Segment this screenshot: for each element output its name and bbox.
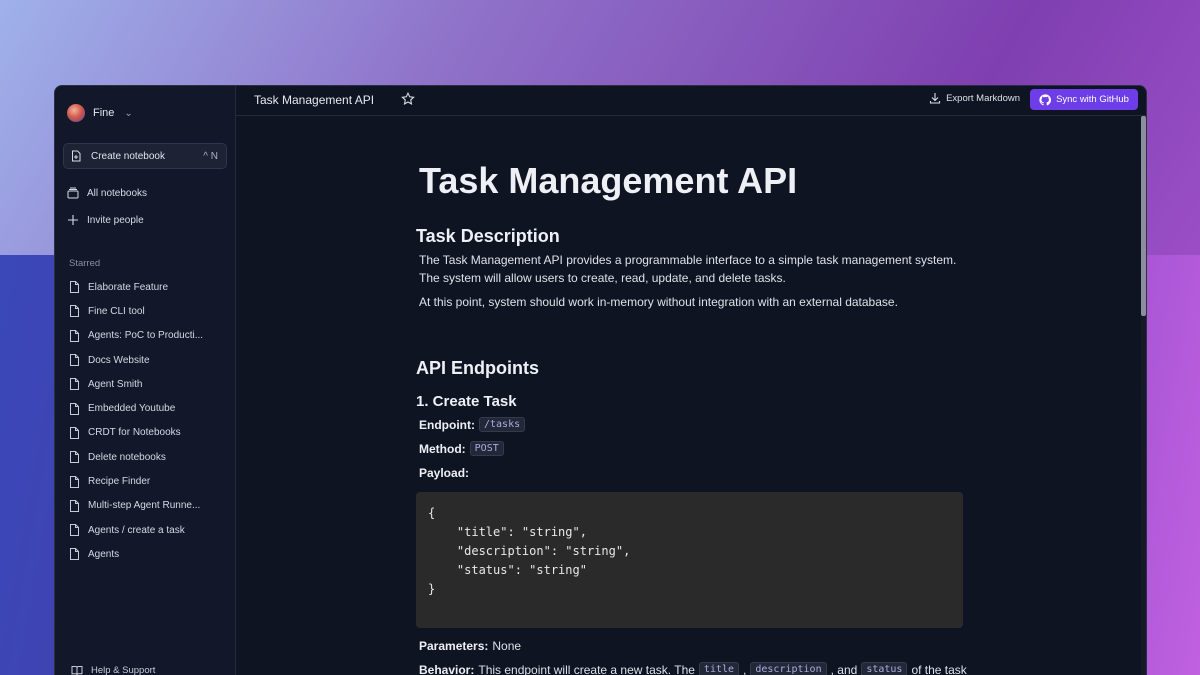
section-heading: Task Description [416,226,560,246]
sidebar-page-item[interactable]: Agents / create a task [69,518,229,542]
help-label: Help & Support [91,665,156,675]
endpoint-row: Endpoint: /tasks [419,417,526,432]
export-label: Export Markdown [946,92,1020,104]
export-markdown-button[interactable]: Export Markdown [929,92,1020,104]
document-icon [70,524,79,537]
page-title: Task Management API [419,160,798,201]
sidebar-page-item[interactable]: Multi-step Agent Runne... [69,494,229,518]
sidebar-page-item[interactable]: Agents [69,542,229,566]
nav-all-notebooks[interactable]: All notebooks [67,187,147,199]
paragraph: At this point, system should work in-mem… [419,295,898,309]
starred-section-label: Starred [69,258,101,269]
inline-code: title [698,662,740,675]
starred-list: Elaborate Feature Fine CLI tool Agents: … [69,275,229,567]
scrollbar-thumb[interactable] [1141,116,1146,316]
document-icon [70,281,79,294]
notebook-title[interactable]: Task Management API [254,93,374,107]
document-icon [70,354,79,367]
sidebar-page-item[interactable]: Agent Smith [69,372,229,396]
plus-icon [68,215,78,225]
document-icon [70,426,79,439]
inline-code: description [750,662,827,675]
section-heading: API Endpoints [416,358,539,378]
document-icon [70,305,79,318]
sidebar-page-item[interactable]: Embedded Youtube [69,396,229,420]
inline-code: POST [469,441,504,456]
document-icon [70,499,79,512]
nav-label: Invite people [87,214,144,226]
behavior-row: Behavior: This endpoint will create a ne… [419,662,967,675]
create-notebook-button[interactable]: Create notebook ^ N [63,143,227,169]
document-icon [70,548,79,561]
app-window: Fine ⌄ Create notebook ^ N All notebooks… [54,85,1147,675]
file-plus-icon [72,150,81,162]
github-icon [1039,93,1052,105]
sidebar-page-item[interactable]: Recipe Finder [69,469,229,493]
stack-icon [67,187,79,199]
scrollbar-track[interactable] [1141,116,1146,675]
document-icon [70,451,79,464]
sidebar-page-item[interactable]: Agents: PoC to Producti... [69,324,229,348]
create-notebook-label: Create notebook [91,150,165,162]
sidebar-page-item[interactable]: CRDT for Notebooks [69,421,229,445]
sidebar: Fine ⌄ Create notebook ^ N All notebooks… [55,86,236,675]
document-icon [70,378,79,391]
nav-label: All notebooks [87,187,148,199]
chevron-down-icon: ⌄ [124,107,133,119]
sync-label: Sync with GitHub [1056,94,1129,105]
download-icon [930,93,941,104]
sidebar-page-item[interactable]: Elaborate Feature [69,275,229,299]
parameters-row: Parameters: None [419,639,522,653]
sidebar-page-item[interactable]: Docs Website [69,348,229,372]
payload-row: Payload: [419,466,470,480]
workspace-switcher[interactable]: Fine ⌄ [67,104,133,122]
topbar: Task Management API Export Markdown Sync… [236,86,1146,116]
sync-github-button[interactable]: Sync with GitHub [1030,89,1138,110]
help-support-link[interactable]: Help & Support [71,665,155,675]
subsection-heading: 1. Create Task [416,393,517,410]
nav-invite-people[interactable]: Invite people [67,214,144,226]
paragraph: The Task Management API provides a progr… [419,253,957,285]
avatar [67,104,85,122]
inline-code: status [861,662,908,675]
document-icon [70,329,79,342]
method-row: Method: POST [419,441,504,456]
star-icon[interactable] [401,92,415,106]
shortcut-hint: ^ N [203,150,218,162]
code-block[interactable]: { "title": "string", "description": "str… [416,492,963,628]
inline-code: /tasks [478,417,526,432]
sidebar-page-item[interactable]: Fine CLI tool [69,299,229,323]
sidebar-page-item[interactable]: Delete notebooks [69,445,229,469]
workspace-name: Fine [93,107,115,119]
document-icon [70,475,79,488]
document-icon [70,402,79,415]
book-icon [71,666,83,675]
main-area: Task Management API Export Markdown Sync… [236,86,1146,675]
